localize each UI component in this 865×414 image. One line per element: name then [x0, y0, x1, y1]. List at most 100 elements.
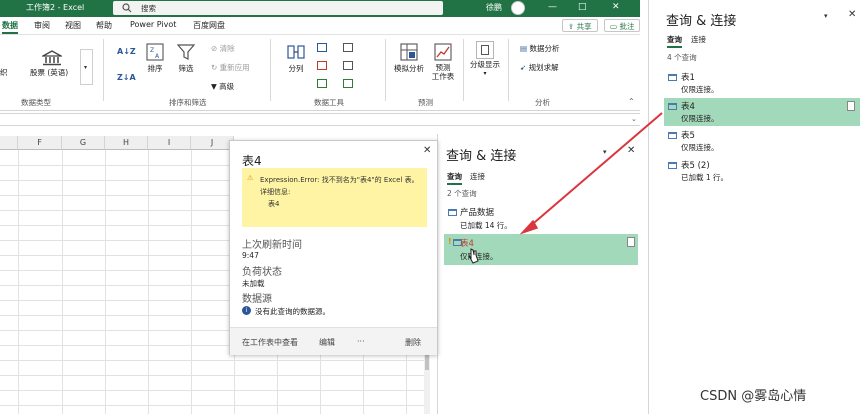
- list-item-selected[interactable]: 表4 仅限连接。: [664, 98, 860, 126]
- last-refresh-label: 上次刷新时间: [242, 240, 302, 251]
- outline-label: 分级显示: [470, 60, 500, 69]
- stocks-label: 股票 (英语): [30, 68, 69, 77]
- more-options-button[interactable]: ···: [357, 337, 365, 346]
- grid-row-line: [0, 390, 430, 391]
- collapse-ribbon-icon[interactable]: ⌃: [628, 97, 635, 106]
- stocks-button[interactable]: 股票 (英语): [30, 50, 74, 77]
- column-header-blank[interactable]: [0, 136, 18, 150]
- avatar[interactable]: [511, 1, 525, 15]
- list-item[interactable]: 表5 (2) 已加载 1 行。: [664, 158, 859, 185]
- close-icon[interactable]: ✕: [848, 9, 856, 20]
- load-status-label: 负荷状态: [242, 267, 282, 278]
- queries-pane-inner: 查询 & 连接 ▾ ✕ 查询 连接 2 个查询 产品数据 已加载 14 行。 !…: [437, 134, 640, 414]
- list-item[interactable]: 产品数据 已加载 14 行。: [444, 204, 634, 232]
- last-refresh-value: 9:47: [242, 251, 259, 260]
- pane-options-icon[interactable]: ▾: [824, 12, 828, 20]
- tab-review[interactable]: 审阅: [34, 20, 50, 31]
- query-name: 表4: [681, 102, 695, 112]
- tab-queries[interactable]: 查询: [667, 34, 682, 48]
- group-divider: [463, 39, 464, 101]
- data-source-label: 数据源: [242, 294, 272, 305]
- column-header-g[interactable]: G: [62, 136, 105, 150]
- comment-button[interactable]: ▭ 批注: [604, 19, 641, 32]
- query-count: 4 个查询: [667, 53, 697, 62]
- column-header-h[interactable]: H: [105, 136, 148, 150]
- sort-za-button[interactable]: Z↓A: [117, 73, 136, 82]
- text-to-columns-button[interactable]: 分列: [285, 43, 307, 74]
- what-if-analysis-button[interactable]: 模拟分析: [393, 43, 425, 74]
- tab-connections[interactable]: 连接: [470, 171, 485, 182]
- column-header-i[interactable]: I: [148, 136, 191, 150]
- column-header-j[interactable]: J: [191, 136, 234, 150]
- search-box[interactable]: 搜索: [113, 1, 443, 15]
- close-icon[interactable]: ✕: [423, 145, 431, 156]
- clear-filter-button[interactable]: ⊘ 清除: [211, 43, 235, 54]
- grid-row-line: [0, 360, 430, 361]
- info-icon: i: [242, 306, 251, 315]
- sort-az-button[interactable]: A↓Z: [117, 47, 136, 56]
- tab-baidu-netdisk[interactable]: 百度网盘: [193, 20, 225, 31]
- user-name[interactable]: 徐鹏: [486, 2, 502, 13]
- forecast-sheet-button[interactable]: 预测 工作表: [431, 43, 455, 81]
- outline-button[interactable]: 分级显示 ▾: [470, 41, 500, 77]
- view-in-sheet-link[interactable]: 在工作表中查看: [242, 337, 298, 348]
- tab-power-pivot[interactable]: Power Pivot: [130, 20, 176, 29]
- column-header-f[interactable]: F: [18, 136, 62, 150]
- share-button[interactable]: ⇪ 共享: [562, 19, 598, 32]
- sort-za-icon: Z↓A: [117, 73, 136, 82]
- svg-text:Z: Z: [150, 47, 154, 54]
- warning-icon: !: [448, 237, 452, 246]
- org-datatype-label: 织: [0, 68, 8, 77]
- reapply-button[interactable]: ↻ 重新应用: [211, 62, 250, 73]
- consolidate-icon[interactable]: [343, 43, 353, 52]
- formula-bar[interactable]: ⌄: [0, 113, 640, 126]
- datatype-gallery-expand[interactable]: ▾: [80, 49, 93, 85]
- edit-document-icon[interactable]: [847, 101, 855, 111]
- maximize-button[interactable]: □: [578, 2, 587, 12]
- group-label-data-tools: 数据工具: [314, 98, 344, 107]
- what-if-label: 模拟分析: [394, 64, 424, 73]
- chevron-down-icon: ▾: [483, 70, 487, 77]
- remove-duplicates-icon[interactable]: [317, 61, 327, 70]
- filter-button[interactable]: 筛选: [174, 43, 198, 74]
- popup-footer: 在工作表中查看 编辑 ··· 删除: [230, 327, 437, 355]
- tab-help[interactable]: 帮助: [96, 20, 112, 31]
- flash-fill-icon[interactable]: [317, 43, 327, 52]
- data-validation-icon[interactable]: [317, 79, 327, 88]
- group-divider: [385, 39, 386, 101]
- popup-title: 表4: [242, 154, 262, 168]
- table-icon: [668, 103, 677, 110]
- expand-formula-bar-icon[interactable]: ⌄: [631, 115, 637, 123]
- data-analysis-button[interactable]: ▤ 数据分析: [520, 43, 559, 54]
- tab-view[interactable]: 视图: [65, 20, 81, 31]
- close-window-button[interactable]: ✕: [612, 2, 620, 12]
- ribbon: 织 股票 (英语) ▾ 数据类型 A↓Z Z↓A ZA 排序 筛选 ⊘ 清除 ↻…: [0, 35, 640, 111]
- edit-document-icon[interactable]: [627, 237, 635, 247]
- pane-options-icon[interactable]: ▾: [603, 148, 607, 156]
- warning-icon: ⚠: [247, 174, 254, 182]
- delete-link[interactable]: 删除: [405, 337, 421, 348]
- reapply-label: 重新应用: [219, 63, 250, 72]
- group-divider: [508, 39, 509, 101]
- close-icon[interactable]: ✕: [627, 145, 635, 156]
- list-item[interactable]: 表1 仅限连接。: [664, 70, 859, 97]
- minimize-button[interactable]: —: [548, 2, 557, 12]
- tab-queries[interactable]: 查询: [447, 171, 462, 185]
- query-count: 2 个查询: [447, 189, 477, 198]
- data-model-icon[interactable]: [343, 79, 353, 88]
- error-message: Expression.Error: 找不到名为"表4"的 Excel 表。: [260, 176, 419, 184]
- filter-label: 筛选: [178, 64, 194, 73]
- query-status: 已加载 1 行。: [681, 173, 729, 182]
- solver-button[interactable]: ➹ 规划求解: [520, 62, 559, 73]
- edit-link[interactable]: 编辑: [319, 337, 335, 348]
- tab-connections[interactable]: 连接: [691, 34, 706, 45]
- table-icon: [668, 162, 677, 169]
- tab-data[interactable]: 数据: [2, 20, 18, 34]
- query-preview-popup: 表4 ✕ ⚠ Expression.Error: 找不到名为"表4"的 Exce…: [229, 140, 438, 355]
- split-label: 分列: [288, 64, 304, 73]
- sort-button[interactable]: ZA 排序: [143, 43, 167, 74]
- list-item[interactable]: 表5 仅限连接。: [664, 128, 859, 155]
- advanced-filter-button[interactable]: ▼ 高级: [211, 81, 234, 92]
- query-name: 表1: [681, 73, 695, 83]
- relationships-icon[interactable]: [343, 61, 353, 70]
